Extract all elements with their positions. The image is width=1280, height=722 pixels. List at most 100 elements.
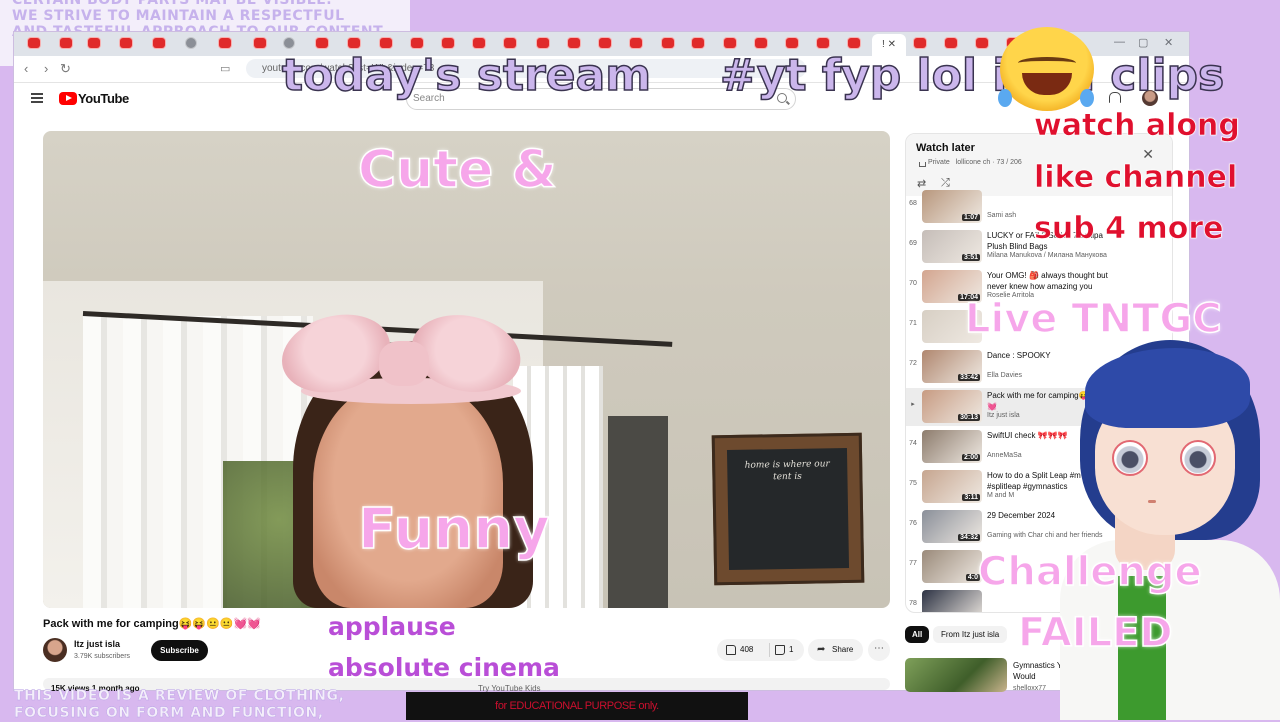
browser-tab-favicon[interactable]: [976, 38, 988, 48]
browser-tab-favicon[interactable]: [186, 38, 196, 48]
window-close-icon[interactable]: ✕: [1164, 36, 1173, 49]
browser-tab-favicon[interactable]: [284, 38, 294, 48]
browser-tab-favicon[interactable]: [630, 38, 642, 48]
vtuber-right-eye: [1180, 440, 1216, 476]
maximize-icon[interactable]: ▢: [1138, 36, 1148, 49]
playlist-item-thumbnail[interactable]: 1:07: [922, 190, 982, 223]
browser-tab-favicon[interactable]: [945, 38, 957, 48]
browser-tab-favicon[interactable]: [28, 38, 40, 48]
browser-tab-favicon[interactable]: [411, 38, 423, 48]
playlist-item-channel: Itz just isla: [987, 412, 1020, 419]
like-icon[interactable]: [726, 645, 736, 655]
overlay-cute: Cute &: [357, 139, 557, 201]
playlist-item-channel: Sami ash: [987, 212, 1017, 219]
browser-tab-favicon[interactable]: [254, 38, 266, 48]
playlist-item-thumbnail[interactable]: 4:0: [922, 550, 982, 583]
playlist-item-index: 75: [909, 480, 917, 487]
share-button[interactable]: ➦ Share: [808, 639, 863, 661]
playlist-item-index: 78: [909, 600, 917, 607]
browser-tab-favicon[interactable]: [60, 38, 72, 48]
browser-tab-favicon[interactable]: [914, 38, 926, 48]
reload-icon[interactable]: ↻: [60, 61, 71, 77]
dislike-icon[interactable]: [775, 645, 785, 655]
browser-tab-favicon[interactable]: [724, 38, 736, 48]
youtube-logo[interactable]: YouTube: [59, 90, 129, 106]
playlist-item-thumbnail[interactable]: 3:11: [922, 470, 982, 503]
playlist-item-duration: 34:32: [958, 534, 980, 541]
overlay-tags: #yt fyp lol icon clips: [719, 49, 1225, 102]
playlist-item-duration: 3:11: [962, 494, 980, 501]
chip-all[interactable]: All: [905, 626, 930, 643]
channel-name[interactable]: Itz just isla: [74, 639, 120, 649]
dislike-count[interactable]: 1: [789, 645, 793, 654]
video-title: Pack with me for camping😝😝😐😐💓💓: [43, 618, 261, 630]
browser-tab-favicon[interactable]: [120, 38, 132, 48]
playlist-item-thumbnail[interactable]: 33:42: [922, 350, 982, 383]
browser-tab-favicon[interactable]: [568, 38, 580, 48]
playlist-item-duration: 33:42: [958, 374, 980, 381]
youtube-logo-text: YouTube: [78, 90, 129, 106]
channel-avatar[interactable]: [43, 638, 67, 662]
overlay-like-channel: like channel: [1034, 160, 1238, 196]
video-person-face: [313, 381, 503, 608]
chip-from-channel[interactable]: From Itz just isla: [933, 626, 1008, 643]
playlist-item-thumbnail[interactable]: 34:32: [922, 510, 982, 543]
vtuber-avatar: [1060, 340, 1280, 720]
minimize-icon[interactable]: —: [1114, 36, 1125, 48]
educational-banner: for EDUCATIONAL PURPOSE only.: [406, 692, 748, 720]
share-icon: ➦: [817, 644, 826, 655]
video-frame-board: home is where our tent is: [726, 447, 850, 571]
browser-tab-favicon[interactable]: [817, 38, 829, 48]
browser-tab-favicon[interactable]: [692, 38, 704, 48]
browser-tab-favicon[interactable]: [348, 38, 360, 48]
playlist-item-channel: Milana Manukova / Милана Манукова: [987, 252, 1107, 259]
bookmark-icon[interactable]: ▭: [220, 62, 230, 75]
playlist-item-channel: M and M: [987, 492, 1015, 499]
playlist-item-thumbnail[interactable]: 2:00: [922, 430, 982, 463]
playlist-item-thumbnail[interactable]: 3:51: [922, 230, 982, 263]
browser-tab-favicon[interactable]: [662, 38, 674, 48]
overlay-applause: applause: [328, 612, 456, 641]
browser-tab-favicon[interactable]: [848, 38, 860, 48]
like-divider: [769, 643, 770, 657]
playlist-item-title[interactable]: Your OMG! 🎒 always thought but never kne…: [987, 270, 1122, 292]
playlist-item-channel: Ella Davies: [987, 372, 1023, 379]
forward-icon[interactable]: ›: [44, 61, 48, 76]
browser-tab-favicon[interactable]: [219, 38, 231, 48]
browser-tab-favicon[interactable]: [316, 38, 328, 48]
playlist-item-thumbnail[interactable]: 30:13: [922, 390, 982, 423]
playlist-item-index: 70: [909, 280, 917, 287]
headband-knot: [379, 341, 429, 386]
browser-tab-favicon[interactable]: [442, 38, 454, 48]
like-dislike-group: 408 1: [717, 639, 804, 661]
overlay-cinema: absolute cinema: [328, 653, 560, 682]
recommendation-thumbnail[interactable]: [905, 658, 1007, 692]
browser-tab-favicon[interactable]: [755, 38, 767, 48]
playlist-item-thumbnail[interactable]: [922, 590, 982, 612]
playlist-item-index: ▸: [911, 401, 915, 408]
menu-icon[interactable]: [31, 93, 43, 103]
browser-tab-favicon[interactable]: [380, 38, 392, 48]
browser-tab-favicon[interactable]: [88, 38, 100, 48]
browser-tab-favicon[interactable]: [786, 38, 798, 48]
browser-tab-favicon[interactable]: [504, 38, 516, 48]
disclaimer-line: CERTAIN BODY PARTS MAY BE VISIBLE.: [12, 0, 333, 8]
browser-tab-favicon[interactable]: [537, 38, 549, 48]
browser-tab-favicon[interactable]: [473, 38, 485, 48]
playlist-item-index: 71: [909, 320, 917, 327]
playlist-owner-position: lollicone ch · 73 / 206: [955, 159, 1022, 166]
video-wall-frame: home is where our tent is: [711, 432, 865, 586]
back-icon[interactable]: ‹: [24, 61, 28, 76]
subscribe-button[interactable]: Subscribe: [151, 640, 208, 661]
playlist-item-index: 69: [909, 240, 917, 247]
recommendation-channel[interactable]: shelloxx77: [1013, 685, 1046, 692]
browser-tab-favicon[interactable]: [599, 38, 611, 48]
overlay-failed: FAILED: [1017, 609, 1173, 657]
playlist-item-index: 77: [909, 560, 917, 567]
browser-tab-favicon[interactable]: [153, 38, 165, 48]
vtuber-bangs: [1085, 348, 1250, 428]
vtuber-mouth: [1148, 500, 1156, 503]
like-count[interactable]: 408: [740, 645, 753, 654]
more-actions-button[interactable]: ⋯: [868, 639, 890, 661]
playlist-title[interactable]: Watch later: [916, 142, 975, 154]
